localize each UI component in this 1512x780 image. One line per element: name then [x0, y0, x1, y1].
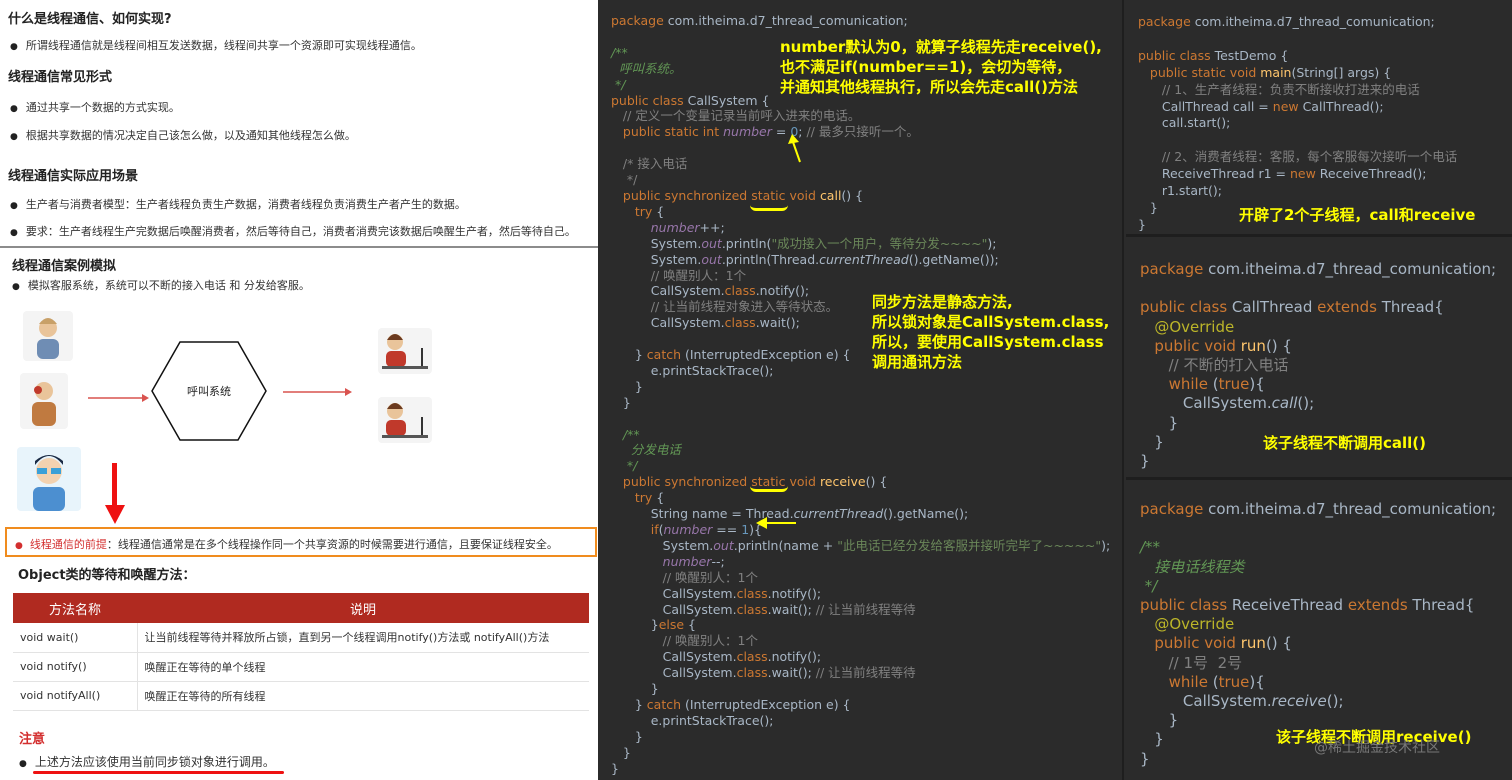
th-method-name: 方法名称 — [13, 593, 137, 623]
agent-2-icon — [378, 397, 432, 443]
red-down-arrow-icon — [105, 463, 125, 525]
table-row: void notifyAll() 唤醒正在等待的所有线程 — [13, 681, 589, 711]
cell-desc: 唤醒正在等待的单个线程 — [137, 652, 589, 682]
annotation-number-default: number默认为0，就算子线程先走receive(), 也不满足if(numb… — [780, 38, 1102, 96]
callsystem-code: package com.itheima.d7_thread_comunicati… — [611, 13, 1111, 776]
cell-method: void notify() — [13, 652, 138, 682]
cell-method: void notifyAll() — [13, 681, 138, 711]
note-text: 上述方法应该使用当前同步锁对象进行调用。 — [19, 753, 275, 770]
heading-what-is: 什么是线程通信、如何实现? — [8, 12, 172, 27]
cell-desc: 让当前线程等待并释放所占锁，直到另一个线程调用notify()方法或 notif… — [137, 623, 589, 653]
call-system-hexagon: 呼叫系统 — [151, 341, 267, 441]
caller-phone-icon — [20, 373, 68, 429]
testdemo-code: package com.itheima.d7_thread_comunicati… — [1138, 14, 1458, 232]
bullet-case: 模拟客服系统，系统可以不断的接入电话 和 分发给客服。 — [12, 277, 310, 293]
hexagon-label: 呼叫系统 — [187, 385, 231, 398]
receivethread-code-panel: package com.itheima.d7_thread_comunicati… — [1126, 483, 1512, 780]
yellow-arrow-left-icon — [756, 514, 796, 529]
annotation-calls-call: 该子线程不断调用call() — [1263, 434, 1427, 452]
note-underline — [33, 771, 284, 774]
caller-headset-icon — [17, 447, 81, 511]
note-title: 注意 — [19, 732, 46, 747]
bullet-scenario-2: 要求：生产者线程生产完数据后唤醒消费者，然后等待自己，消费者消费完该数据后唤醒生… — [10, 223, 576, 239]
object-methods-title: Object类的等待和唤醒方法： — [18, 568, 196, 583]
heading-case: 线程通信案例模拟 — [12, 259, 117, 274]
cell-method: void wait() — [13, 623, 138, 653]
static-underline-1 — [750, 205, 788, 211]
static-underline-2 — [750, 486, 788, 492]
methods-table: 方法名称 说明 void wait() 让当前线程等待并释放所占锁，直到另一个线程… — [13, 593, 589, 711]
caller-person-icon — [23, 311, 73, 361]
table-row: void wait() 让当前线程等待并释放所占锁，直到另一个线程调用notify… — [13, 623, 589, 653]
table-row: void notify() 唤醒正在等待的单个线程 — [13, 652, 589, 682]
left-document-panel: 什么是线程通信、如何实现? 所谓线程通信就是线程间相互发送数据，线程间共享一个资… — [0, 0, 598, 780]
premise-highlight-box: ● 线程通信的前提：线程通信通常是在多个线程操作同一个共享资源的时候需要进行通信，… — [5, 527, 597, 557]
agent-1-icon — [378, 328, 432, 374]
callsystem-code-panel: package com.itheima.d7_thread_comunicati… — [598, 0, 1124, 780]
divider — [0, 246, 598, 248]
cell-desc: 唤醒正在等待的所有线程 — [137, 681, 589, 711]
annotation-static-lock: 同步方法是静态方法, 所以锁对象是CallSystem.class, 所以，要使… — [872, 293, 1110, 371]
arrow-out-icon — [283, 382, 352, 396]
arrow-in-icon — [88, 388, 149, 402]
bullet-definition: 所谓线程通信就是线程间相互发送数据，线程间共享一个资源即可实现线程通信。 — [10, 37, 422, 53]
bullet-form-1: 通过共享一个数据的方式实现。 — [10, 99, 180, 115]
bullet-scenario-1: 生产者与消费者模型：生产者线程负责生产数据，消费者线程负责消费生产者产生的数据。 — [10, 196, 466, 212]
heading-forms: 线程通信常见形式 — [8, 70, 113, 85]
table-header: 方法名称 说明 — [13, 593, 589, 623]
premise-text: ● 线程通信的前提：线程通信通常是在多个线程操作同一个共享资源的时候需要进行通信，… — [15, 538, 558, 551]
watermark: @稀土掘金技术社区 — [1314, 740, 1440, 756]
testdemo-code-panel: package com.itheima.d7_thread_comunicati… — [1126, 0, 1512, 237]
callthread-code-panel: package com.itheima.d7_thread_comunicati… — [1126, 240, 1512, 480]
premise-label: 线程通信的前提 — [29, 538, 107, 551]
th-description: 说明 — [137, 593, 589, 623]
bullet-form-2: 根据共享数据的情况决定自己该怎么做，以及通知其他线程怎么做。 — [10, 127, 356, 143]
premise-body: ：线程通信通常是在多个线程操作同一个共享资源的时候需要进行通信，且要保证线程安全… — [106, 538, 558, 551]
annotation-two-threads: 开辟了2个子线程，call和receive — [1239, 206, 1476, 224]
yellow-arrow-up-icon — [788, 134, 806, 164]
heading-scenarios: 线程通信实际应用场景 — [8, 169, 139, 184]
